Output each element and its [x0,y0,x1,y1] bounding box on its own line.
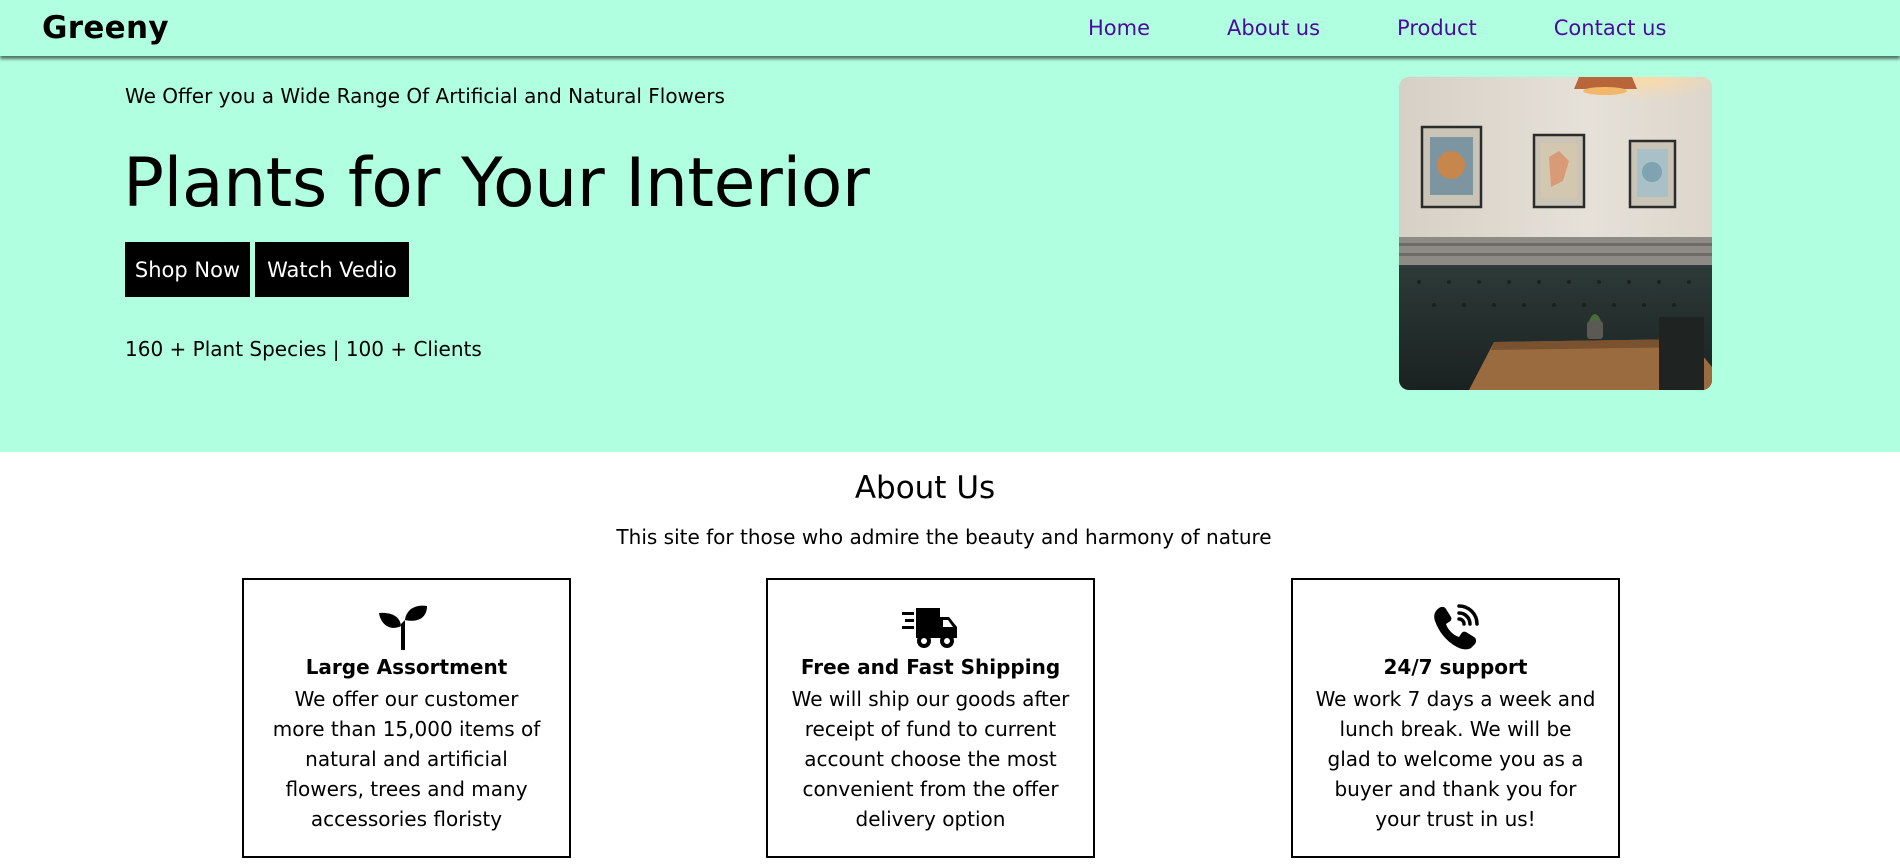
hero-section: We Offer you a Wide Range Of Artificial … [0,56,1900,452]
watch-video-button[interactable]: Watch Vedio [255,242,409,297]
nav-link-about-us[interactable]: About us [1227,16,1320,40]
feature-card-support: 24/7 support We work 7 days a week and l… [1291,578,1620,858]
hero-buttons: Shop Now Watch Vedio [125,242,409,297]
shop-now-button[interactable]: Shop Now [125,242,250,297]
delivery-truck-icon [902,604,958,650]
card-title: Free and Fast Shipping [800,655,1061,679]
feature-card-free-shipping: Free and Fast Shipping We will ship our … [766,578,1095,858]
card-text: We will ship our goods after receipt of … [791,687,1070,831]
feature-card-large-assortment: Large Assortment We offer our customer m… [242,578,571,858]
card-text: We work 7 days a week and lunch break. W… [1315,687,1596,831]
nav-link-home[interactable]: Home [1088,16,1150,40]
hero-interior-image [1399,77,1712,390]
sprout-icon [378,604,428,650]
hero-kicker: We Offer you a Wide Range Of Artificial … [125,84,725,108]
about-title: About Us [854,470,996,506]
navbar: Greeny Home About us Product Contact us [0,0,1900,56]
logo[interactable]: Greeny [42,10,169,46]
nav-link-contact-us[interactable]: Contact us [1554,16,1667,40]
about-subtitle: This site for those who admire the beaut… [616,525,1272,549]
card-text: We offer our customer more than 15,000 i… [272,687,541,831]
nav-link-product[interactable]: Product [1397,16,1477,40]
hero-stats: 160 + Plant Species | 100 + Clients [125,337,482,361]
hero-title: Plants for Your Interior [123,144,870,223]
nav-links: Home About us Product Contact us [1088,0,1666,56]
phone-call-icon [1433,604,1479,650]
card-title: 24/7 support [1383,655,1528,679]
card-title: Large Assortment [305,655,508,679]
